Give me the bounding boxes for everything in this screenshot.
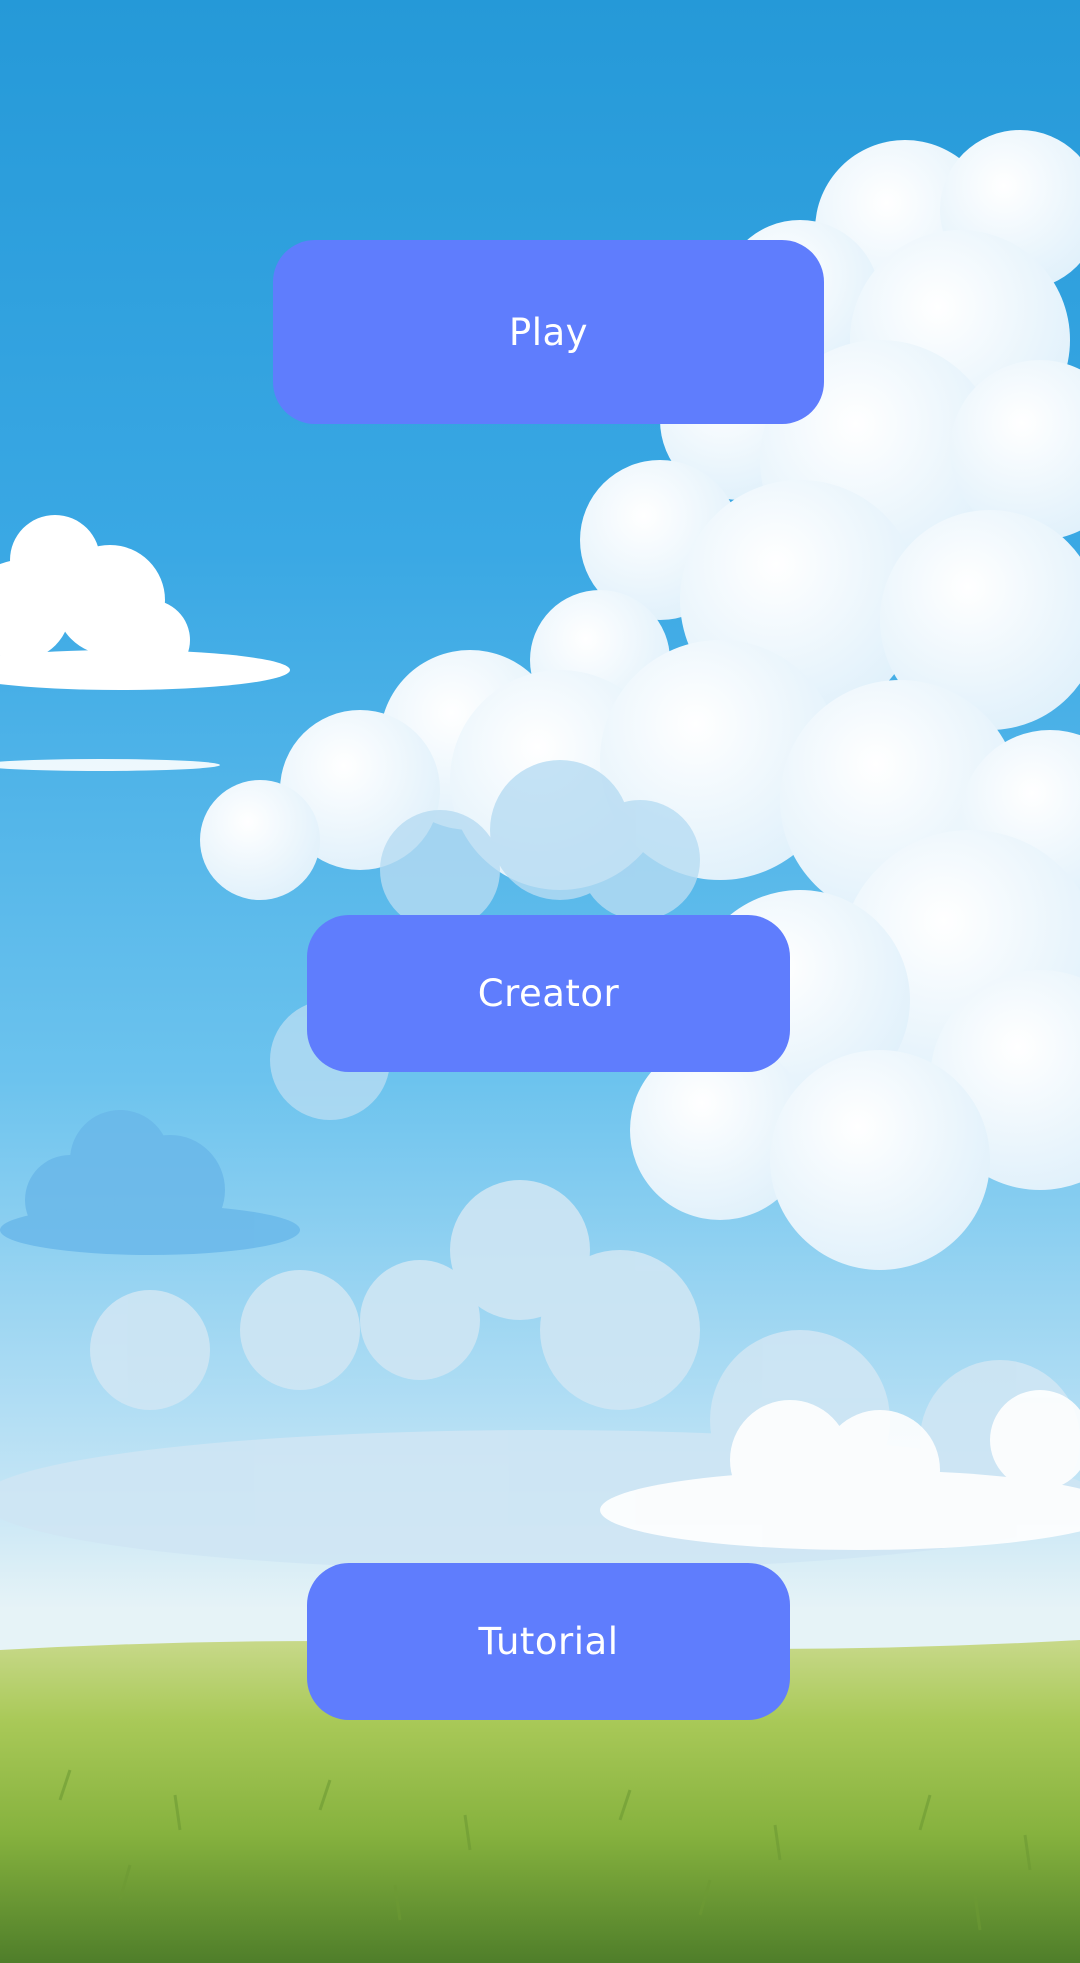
creator-button[interactable]: Creator <box>307 915 790 1072</box>
tutorial-button-label: Tutorial <box>478 1620 619 1663</box>
play-button[interactable]: Play <box>273 240 824 424</box>
creator-button-label: Creator <box>477 972 620 1015</box>
tutorial-button[interactable]: Tutorial <box>307 1563 790 1720</box>
small-cloud <box>0 515 290 690</box>
play-button-label: Play <box>508 310 589 354</box>
main-menu-screen: Play Creator Tutorial <box>0 0 1080 1963</box>
